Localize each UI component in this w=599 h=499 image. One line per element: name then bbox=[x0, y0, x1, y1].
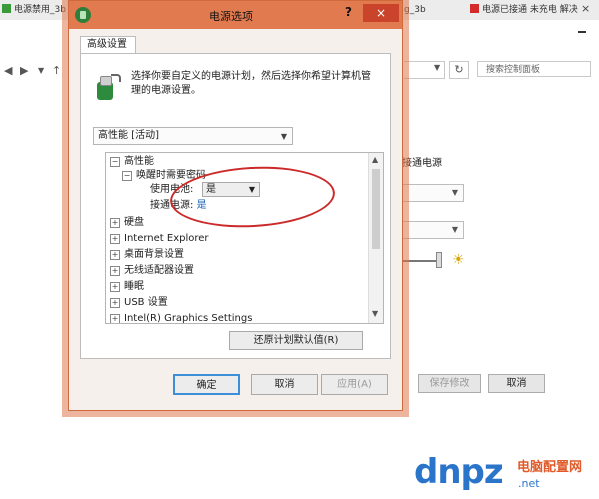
plugged-in-select[interactable]: ▼ bbox=[402, 221, 464, 239]
chevron-down-icon: ▼ bbox=[280, 132, 287, 141]
tree-item[interactable]: + Internet Explorer bbox=[110, 232, 209, 246]
cancel-button[interactable]: 取消 bbox=[251, 374, 318, 395]
dialog-titlebar: 电源选项 ? × bbox=[69, 1, 402, 29]
apply-button[interactable]: 应用(A) bbox=[321, 374, 388, 395]
power-options-icon bbox=[75, 7, 91, 23]
dialog-title: 电源选项 bbox=[209, 10, 253, 23]
tree-item[interactable]: + USB 设置 bbox=[110, 296, 168, 310]
browser-tab[interactable]: 电源已接通 未充电 解决 bbox=[470, 2, 578, 18]
tree-item[interactable]: + 桌面背景设置 bbox=[110, 248, 184, 262]
watermark-brand-cn: 电脑配置网 bbox=[517, 460, 583, 475]
close-button[interactable]: × bbox=[363, 4, 399, 22]
ok-button[interactable]: 确定 bbox=[173, 374, 240, 395]
tree-item-high-performance[interactable]: − 高性能 bbox=[110, 155, 154, 169]
browser-tab[interactable]: 电源禁用_3b bbox=[2, 2, 66, 18]
expand-icon[interactable]: + bbox=[110, 314, 120, 323]
expand-icon[interactable]: + bbox=[110, 298, 120, 308]
plugged-in-select[interactable]: ▼ bbox=[402, 184, 464, 202]
chevron-down-icon: ▼ bbox=[451, 225, 458, 234]
search-input[interactable]: 搜索控制面板 bbox=[477, 61, 591, 77]
tree-item[interactable]: + 无线适配器设置 bbox=[110, 264, 194, 278]
collapse-icon[interactable]: − bbox=[122, 171, 132, 181]
watermark-logo: dnpz bbox=[414, 452, 504, 492]
save-changes-button[interactable]: 保存修改 bbox=[418, 374, 481, 393]
tree-scrollbar[interactable]: ▲ ▼ bbox=[368, 153, 383, 323]
scroll-up-icon[interactable]: ▲ bbox=[372, 155, 378, 164]
dialog-description: 选择你要自定义的电源计划，然后选择你希望计算机管理的电源设置。 bbox=[131, 71, 371, 96]
chevron-down-icon: ▼ bbox=[451, 188, 458, 197]
tab-advanced-settings[interactable]: 高级设置 bbox=[80, 36, 136, 53]
restore-defaults-button[interactable]: 还原计划默认值(R) bbox=[229, 331, 363, 350]
scroll-down-icon[interactable]: ▼ bbox=[372, 309, 378, 318]
chevron-down-icon[interactable]: ▼ bbox=[434, 63, 440, 72]
watermark-url: .net bbox=[518, 477, 540, 490]
collapse-icon[interactable]: − bbox=[110, 157, 120, 167]
tree-item[interactable]: + Intel(R) Graphics Settings bbox=[110, 312, 252, 323]
site-watermark: dnpz 电脑配置网 .net bbox=[414, 452, 594, 496]
brightness-slider-thumb[interactable] bbox=[436, 252, 442, 268]
up-icon[interactable]: ↑ bbox=[52, 64, 61, 77]
expand-icon[interactable]: + bbox=[110, 250, 120, 260]
power-plan-select[interactable]: 高性能 [活动] ▼ bbox=[93, 127, 293, 145]
forward-icon[interactable]: ▶ bbox=[20, 64, 28, 77]
tree-item[interactable]: + 硬盘 bbox=[110, 216, 144, 230]
plugged-in-header: 接通电源 bbox=[402, 158, 442, 169]
power-plan-icon bbox=[97, 74, 121, 100]
expand-icon[interactable]: + bbox=[110, 282, 120, 292]
scrollbar-thumb[interactable] bbox=[372, 169, 380, 249]
expand-icon[interactable]: + bbox=[110, 234, 120, 244]
expand-icon[interactable]: + bbox=[110, 218, 120, 228]
browser-tab[interactable]: g_3b bbox=[404, 2, 444, 18]
power-options-dialog: 电源选项 ? × 高级设置 选择你要自定义的电源计划，然后选择你希望计算机管理的… bbox=[68, 0, 403, 411]
expand-icon[interactable]: + bbox=[110, 266, 120, 276]
page-icon bbox=[2, 4, 11, 13]
back-icon[interactable]: ◀ bbox=[4, 64, 12, 77]
page-icon bbox=[470, 4, 479, 13]
minimize-icon[interactable] bbox=[578, 31, 586, 33]
brightness-sun-icon: ☀ bbox=[452, 252, 465, 268]
power-plan-select-value: 高性能 [活动] bbox=[98, 130, 159, 141]
help-button[interactable]: ? bbox=[345, 5, 352, 19]
brightness-slider-track[interactable] bbox=[402, 260, 438, 262]
tree-item[interactable]: + 睡眠 bbox=[110, 280, 144, 294]
refresh-icon[interactable]: ↻ bbox=[449, 61, 469, 79]
close-tab-icon[interactable]: × bbox=[581, 2, 590, 15]
recent-locations-icon[interactable]: ▼ bbox=[38, 66, 44, 75]
cancel-button[interactable]: 取消 bbox=[488, 374, 545, 393]
